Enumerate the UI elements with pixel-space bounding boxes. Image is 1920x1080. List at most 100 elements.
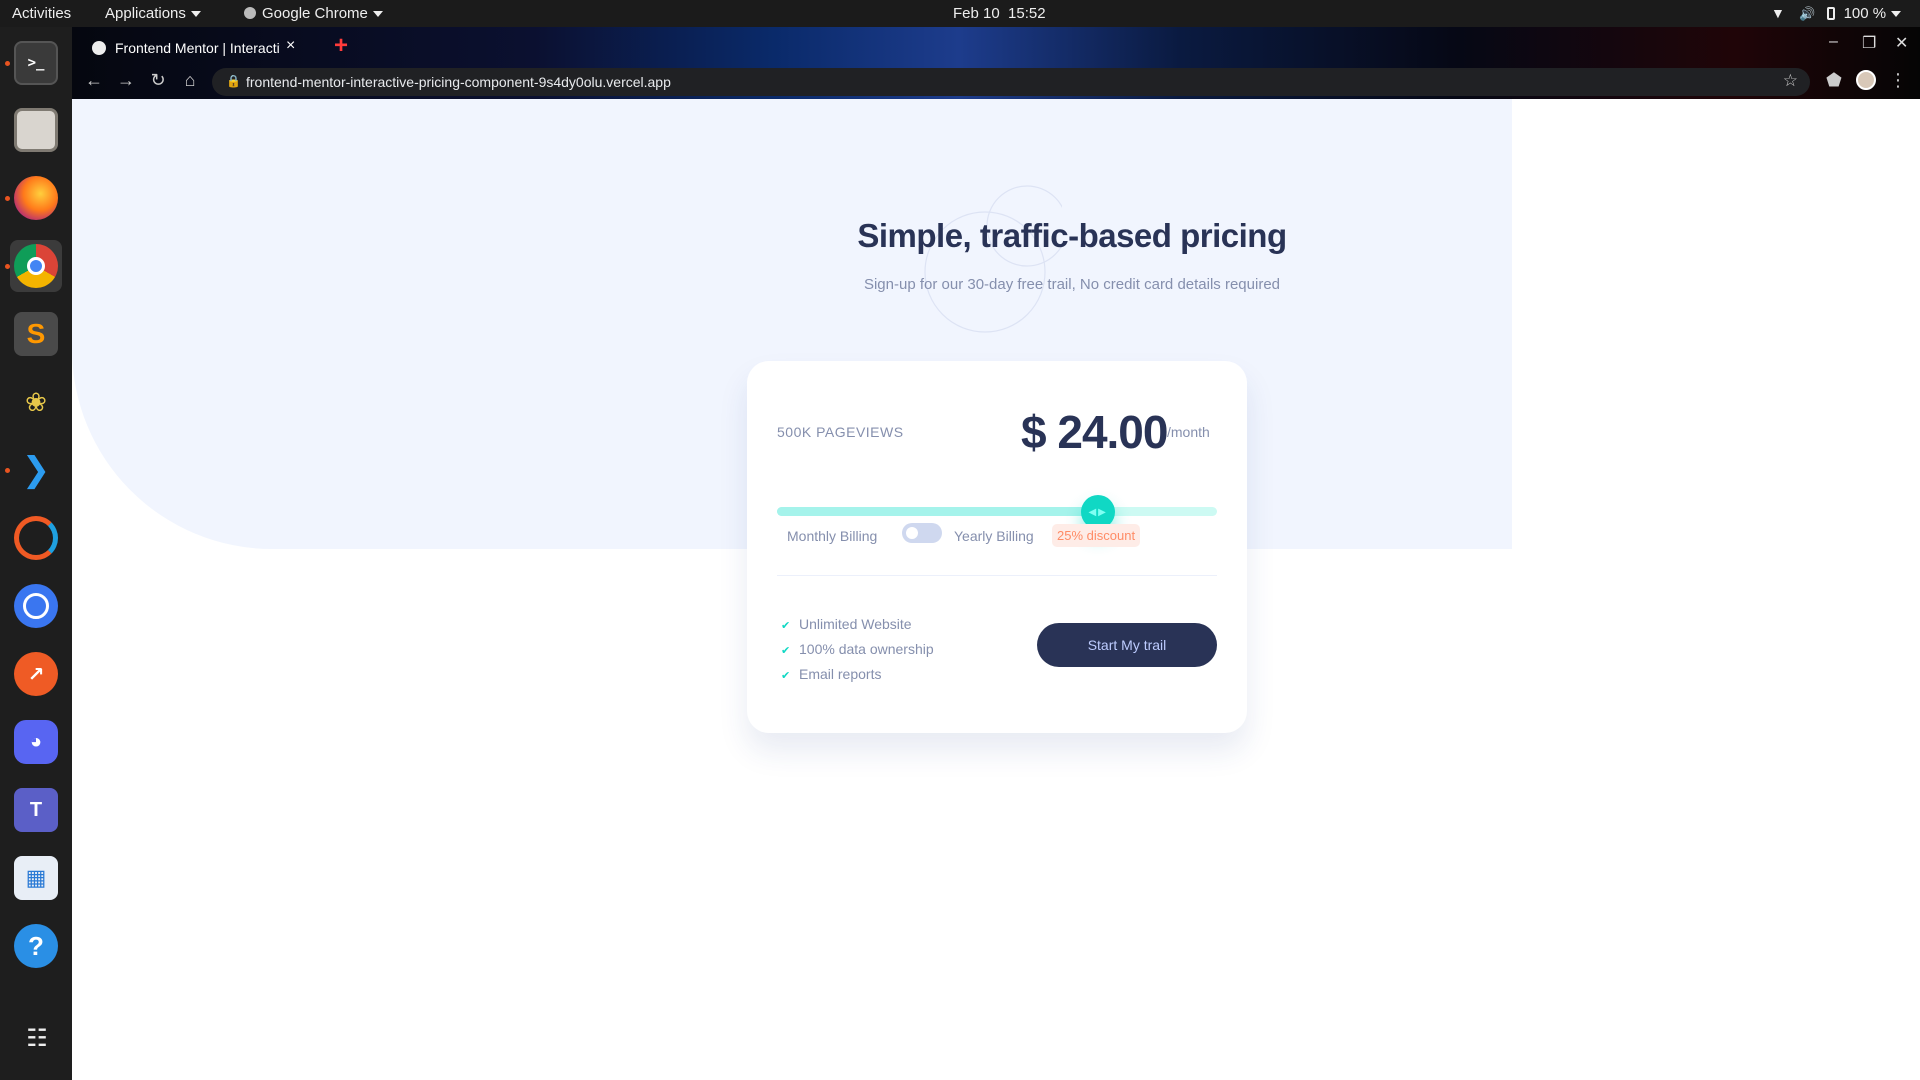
extensions-puzzle-icon[interactable]: ⬟	[1822, 70, 1846, 91]
dock-firefox[interactable]	[5, 172, 62, 224]
maximize-icon[interactable]: ❐	[1862, 33, 1876, 53]
discount-badge: 25% discount	[1052, 524, 1141, 547]
app-menu-label: Google Chrome	[262, 5, 368, 22]
feature-item: ✔ Unlimited Website	[781, 612, 934, 637]
show-applications-button[interactable]: ☷	[10, 1012, 62, 1064]
tab-close-icon[interactable]: ×	[286, 37, 295, 55]
running-indicator	[5, 61, 10, 66]
feature-item: ✔ Email reports	[781, 662, 934, 687]
running-indicator	[5, 196, 10, 201]
home-icon[interactable]: ⌂	[178, 70, 202, 91]
address-bar[interactable]: 🔒 frontend-mentor-interactive-pricing-co…	[212, 68, 1810, 96]
running-indicator	[5, 264, 10, 269]
billing-toggle[interactable]	[902, 523, 942, 543]
browser-window-frame: Frontend Mentor | Interactive pricing co…	[72, 27, 1920, 99]
browser-toolbar: ← → ↻ ⌂ 🔒 frontend-mentor-interactive-pr…	[72, 65, 1920, 99]
chevron-down-icon	[190, 11, 201, 18]
page-viewport: Simple, traffic-based pricing Sign-up fo…	[72, 99, 1920, 1080]
check-icon: ✔	[781, 670, 791, 682]
slider-fill	[777, 507, 1099, 516]
dock-software-center[interactable]: ▦	[10, 852, 62, 904]
chrome-icon	[14, 244, 58, 288]
signal-icon	[14, 584, 58, 628]
reload-icon[interactable]: ↻	[146, 70, 170, 91]
feature-list: ✔ Unlimited Website ✔ 100% data ownership …	[781, 612, 934, 687]
clock[interactable]: Feb 10 15:52	[953, 0, 1046, 27]
pageviews-slider[interactable]: ◀▶	[777, 495, 1217, 529]
vscode-icon: ❯	[21, 451, 51, 489]
check-icon: ✔	[781, 620, 791, 632]
forward-arrow-icon[interactable]: →	[114, 70, 138, 91]
chevron-down-icon	[372, 11, 383, 18]
dock-discord[interactable]: ◕	[10, 716, 62, 768]
teams-icon: T	[14, 788, 58, 832]
start-trial-button[interactable]: Start My trail	[1037, 623, 1217, 667]
url-text: frontend-mentor-interactive-pricing-comp…	[246, 74, 671, 90]
lock-icon: 🔒	[226, 74, 241, 88]
running-indicator	[5, 468, 10, 473]
chevron-down-icon	[1891, 11, 1902, 18]
dock-screencast[interactable]	[10, 512, 62, 564]
system-top-bar: Activities Applications Google Chrome Fe…	[0, 0, 1920, 27]
feature-text: Email reports	[799, 666, 882, 682]
toggle-knob	[906, 527, 918, 539]
dock-chrome[interactable]	[5, 240, 62, 292]
software-center-icon: ▦	[14, 856, 58, 900]
battery-icon	[1827, 7, 1836, 20]
dock-files[interactable]	[10, 104, 62, 156]
minimize-icon[interactable]: –	[1829, 33, 1838, 51]
volume-icon: 🔊	[1799, 6, 1816, 21]
sublime-text-icon: S	[14, 312, 58, 356]
dock-vscode[interactable]: ❯	[5, 444, 62, 496]
tab-favicon-icon	[92, 41, 106, 55]
folder-icon	[14, 108, 58, 152]
pricing-card: 500K PAGEVIEWS $ 24.00 /month ◀▶ Monthly…	[747, 361, 1247, 733]
dock-gitkraken[interactable]: ❀	[10, 376, 62, 428]
dock-terminal[interactable]: >_	[5, 37, 62, 89]
screencast-icon	[14, 516, 58, 560]
decorative-circles	[924, 185, 1062, 333]
dock-teams[interactable]: T	[10, 784, 62, 836]
chrome-small-icon	[244, 7, 256, 19]
card-divider	[777, 575, 1217, 576]
back-arrow-icon[interactable]: ←	[82, 70, 106, 91]
dock-signal[interactable]	[10, 580, 62, 632]
check-icon: ✔	[781, 645, 791, 657]
clock-date: Feb 10	[953, 5, 1000, 22]
page-subtitle: Sign-up for our 30-day free trail, No cr…	[863, 276, 1281, 293]
price-period: /month	[1167, 424, 1210, 440]
price-value: $ 24.00	[1021, 406, 1168, 458]
status-area[interactable]: ▼ 🔊 100 %	[1771, 0, 1902, 27]
feature-text: 100% data ownership	[799, 641, 934, 657]
wifi-icon: ▼	[1771, 5, 1785, 21]
gitkraken-icon: ❀	[25, 386, 47, 417]
app-menu[interactable]: Google Chrome	[244, 0, 383, 27]
page-title: Simple, traffic-based pricing	[857, 217, 1287, 254]
kebab-menu-icon[interactable]: ⋮	[1886, 70, 1910, 91]
browser-tab[interactable]: Frontend Mentor | Interactive pricing co…	[80, 31, 310, 65]
application-dock: >_ S ❀ ❯ ↗ ◕ T ▦ ? ☷	[0, 27, 72, 1080]
applications-label: Applications	[105, 5, 186, 22]
feature-item: ✔ 100% data ownership	[781, 637, 934, 662]
discord-icon: ◕	[14, 720, 58, 764]
pageviews-label: 500K PAGEVIEWS	[777, 424, 904, 440]
profile-avatar-icon[interactable]	[1854, 70, 1878, 95]
postman-icon: ↗	[14, 652, 58, 696]
help-icon: ?	[14, 924, 58, 968]
applications-menu[interactable]: Applications	[105, 0, 201, 27]
new-tab-button[interactable]: +	[334, 32, 348, 60]
bookmark-star-icon[interactable]: ☆	[1783, 71, 1798, 91]
dock-help[interactable]: ?	[10, 920, 62, 972]
dock-postman[interactable]: ↗	[10, 648, 62, 700]
dock-sublime-text[interactable]: S	[10, 308, 62, 360]
battery-level: 100 %	[1843, 5, 1887, 22]
feature-text: Unlimited Website	[799, 616, 912, 632]
activities-button[interactable]: Activities	[12, 0, 71, 27]
monthly-billing-label: Monthly Billing	[787, 528, 878, 544]
yearly-billing-label: Yearly Billing	[954, 528, 1034, 544]
slider-arrows-icon: ◀▶	[1088, 506, 1108, 518]
close-window-icon[interactable]: ✕	[1895, 33, 1908, 53]
tab-title: Frontend Mentor | Interactive pricing co…	[115, 40, 280, 56]
app-grid-icon: ☷	[26, 1024, 48, 1052]
clock-time: 15:52	[1008, 5, 1046, 22]
